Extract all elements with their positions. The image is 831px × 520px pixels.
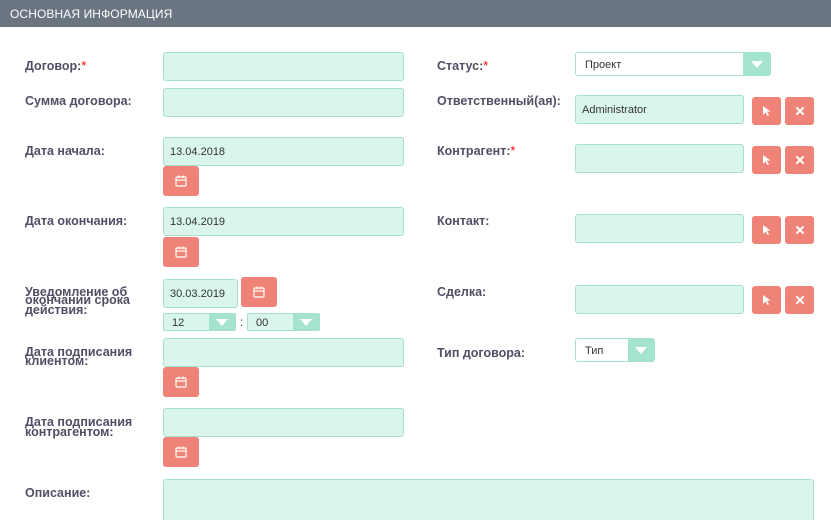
contract-input[interactable]	[163, 52, 404, 81]
contractor-label: Контрагент:*	[437, 144, 516, 158]
notice-label-line3: действия:	[25, 303, 88, 317]
responsible-clear-button[interactable]	[785, 97, 814, 125]
client-signed-label-line2: клиентом:	[25, 354, 89, 368]
contact-input[interactable]	[575, 214, 744, 243]
description-textarea[interactable]	[163, 479, 814, 520]
contact-clear-button[interactable]	[785, 216, 814, 244]
amount-input[interactable]	[163, 88, 404, 117]
deal-clear-button[interactable]	[785, 286, 814, 314]
status-label: Статус:*	[437, 59, 489, 73]
calendar-icon	[175, 376, 187, 388]
client-signed-date-input[interactable]	[163, 338, 404, 367]
contract-type-select[interactable]: Тип	[575, 338, 655, 362]
contractor-signed-date-input[interactable]	[163, 408, 404, 437]
deal-label: Сделка:	[437, 285, 487, 299]
end-date-input[interactable]: 13.04.2019	[163, 207, 404, 236]
contractor-input[interactable]	[575, 144, 744, 173]
calendar-icon	[175, 446, 187, 458]
chevron-down-icon	[743, 53, 770, 75]
arrow-select-icon	[762, 106, 770, 116]
required-mark: *	[510, 144, 516, 158]
notice-hour-value: 12	[172, 317, 185, 329]
notice-minute-select[interactable]: 00	[247, 313, 320, 331]
clear-x-icon	[795, 226, 804, 234]
responsible-label: Ответственный(ая):	[437, 94, 561, 108]
contractor-select-button[interactable]	[752, 146, 781, 174]
clear-x-icon	[795, 296, 804, 304]
contract-type-label: Тип договора:	[437, 346, 526, 360]
required-mark: *	[483, 59, 489, 73]
calendar-icon	[175, 175, 187, 187]
responsible-select-button[interactable]	[752, 97, 781, 125]
notice-date-value: 30.03.2019	[170, 287, 226, 300]
calendar-icon	[175, 246, 187, 258]
clear-x-icon	[795, 107, 804, 115]
notice-date-input[interactable]: 30.03.2019	[163, 279, 238, 308]
required-mark: *	[81, 59, 87, 73]
contractor-signed-calendar-button[interactable]	[163, 437, 199, 467]
responsible-value: Administrator	[582, 103, 647, 116]
arrow-select-icon	[762, 225, 770, 235]
contractor-clear-button[interactable]	[785, 146, 814, 174]
clear-x-icon	[795, 156, 804, 164]
description-label: Описание:	[25, 486, 91, 500]
contract-type-value: Тип	[585, 345, 604, 357]
amount-label: Сумма договора:	[25, 94, 132, 108]
deal-input[interactable]	[575, 285, 744, 314]
end-date-label: Дата окончания:	[25, 214, 128, 228]
start-date-label: Дата начала:	[25, 144, 105, 158]
notice-hour-select[interactable]: 12	[163, 313, 236, 331]
arrow-select-icon	[762, 155, 770, 165]
deal-select-button[interactable]	[752, 286, 781, 314]
start-date-input[interactable]: 13.04.2018	[163, 137, 404, 166]
status-value: Проект	[585, 59, 622, 71]
chevron-down-icon	[209, 314, 235, 330]
responsible-input[interactable]: Administrator	[575, 95, 744, 124]
panel-title: ОСНОВНАЯ ИНФОРМАЦИЯ	[10, 7, 173, 21]
calendar-icon	[253, 286, 265, 298]
contract-label: Договор:*	[25, 59, 87, 73]
notice-date-calendar-button[interactable]	[241, 277, 277, 307]
arrow-select-icon	[762, 295, 770, 305]
time-separator: :	[240, 315, 244, 329]
client-signed-calendar-button[interactable]	[163, 367, 199, 397]
chevron-down-icon	[293, 314, 319, 330]
end-date-value: 13.04.2019	[170, 215, 226, 228]
start-date-value: 13.04.2018	[170, 145, 226, 158]
contact-select-button[interactable]	[752, 216, 781, 244]
end-date-calendar-button[interactable]	[163, 237, 199, 267]
panel-header: ОСНОВНАЯ ИНФОРМАЦИЯ	[0, 0, 831, 27]
status-select[interactable]: Проект	[575, 52, 771, 76]
chevron-down-icon	[628, 339, 654, 361]
contact-label: Контакт:	[437, 214, 490, 228]
notice-minute-value: 00	[256, 317, 269, 329]
start-date-calendar-button[interactable]	[163, 166, 199, 196]
contractor-signed-label-line2: контрагентом:	[25, 425, 114, 439]
